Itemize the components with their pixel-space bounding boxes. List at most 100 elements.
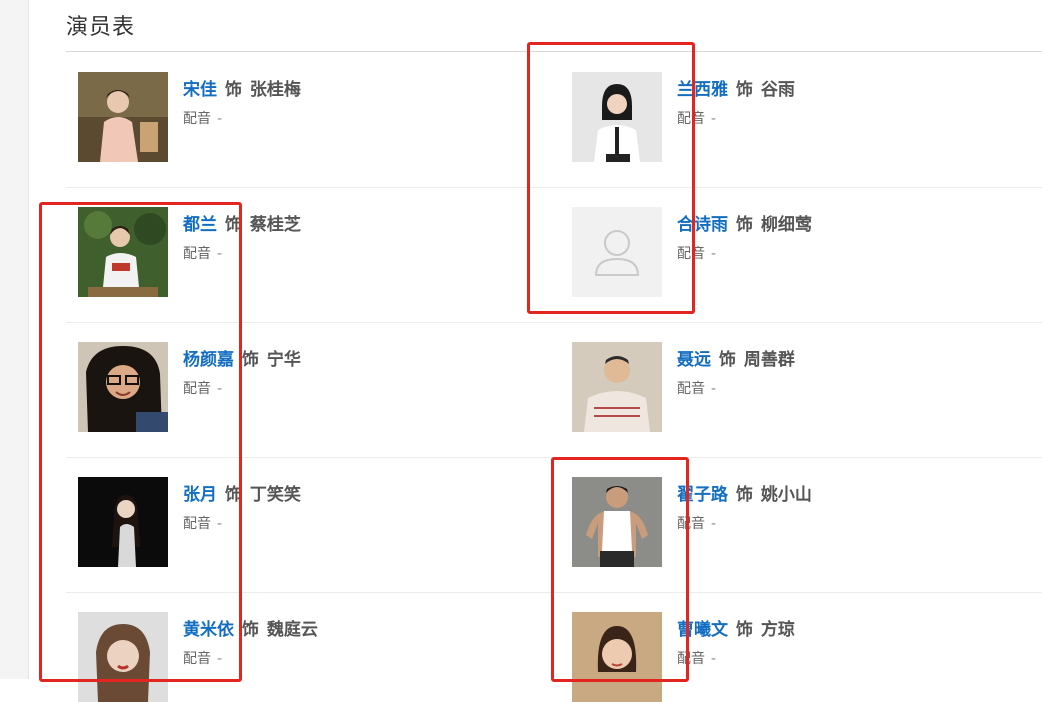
dub-value: - bbox=[711, 516, 717, 532]
actor-name-link[interactable]: 翟子路 bbox=[677, 485, 728, 505]
cast-name-line: 聂远 饰 周善群 bbox=[677, 345, 795, 370]
cast-name-line: 翟子路 饰 姚小山 bbox=[677, 480, 812, 505]
cast-card: 张月 饰 丁笑笑 配音 - bbox=[78, 477, 508, 567]
dub-value: - bbox=[711, 651, 717, 667]
role-connector: 饰 bbox=[241, 620, 259, 640]
role-connector: 饰 bbox=[735, 485, 753, 505]
title-divider bbox=[66, 51, 1042, 52]
cast-card: 都兰 饰 蔡桂芝 配音 - bbox=[78, 207, 508, 297]
actor-name-link[interactable]: 都兰 bbox=[183, 215, 217, 235]
actor-photo[interactable] bbox=[78, 207, 168, 297]
left-gutter bbox=[0, 0, 29, 679]
actor-name-link[interactable]: 张月 bbox=[183, 485, 217, 505]
actor-photo[interactable] bbox=[572, 342, 662, 432]
actor-photo[interactable] bbox=[572, 477, 662, 567]
cast-name-line: 都兰 饰 蔡桂芝 bbox=[183, 210, 301, 235]
actor-portrait bbox=[572, 477, 662, 567]
role-name: 周善群 bbox=[743, 350, 795, 370]
dub-value: - bbox=[217, 246, 223, 262]
actor-photo[interactable] bbox=[572, 72, 662, 162]
cast-card: 合诗雨 饰 柳细莺 配音 - bbox=[572, 207, 1002, 297]
dub-label: 配音 bbox=[183, 516, 211, 532]
dub-value: - bbox=[217, 381, 223, 397]
row-divider bbox=[66, 187, 1042, 188]
dub-label: 配音 bbox=[677, 246, 705, 262]
dub-value: - bbox=[711, 246, 717, 262]
row-divider bbox=[66, 457, 1042, 458]
cast-card: 翟子路 饰 姚小山 配音 - bbox=[572, 477, 1002, 567]
cast-card: 聂远 饰 周善群 配音 - bbox=[572, 342, 1002, 432]
role-connector: 饰 bbox=[224, 80, 242, 100]
role-name: 柳细莺 bbox=[760, 215, 812, 235]
row-divider bbox=[66, 322, 1042, 323]
role-connector: 饰 bbox=[735, 215, 753, 235]
dub-line: 配音 - bbox=[183, 378, 222, 398]
dub-label: 配音 bbox=[677, 381, 705, 397]
section-title: 演员表 bbox=[66, 15, 136, 40]
dub-label: 配音 bbox=[183, 246, 211, 262]
cast-name-line: 张月 饰 丁笑笑 bbox=[183, 480, 301, 505]
actor-photo[interactable] bbox=[78, 342, 168, 432]
dub-line: 配音 - bbox=[183, 513, 222, 533]
actor-photo[interactable] bbox=[78, 612, 168, 702]
dub-line: 配音 - bbox=[677, 648, 716, 668]
dub-line: 配音 - bbox=[677, 108, 716, 128]
actor-portrait bbox=[572, 72, 662, 162]
dub-value: - bbox=[217, 111, 223, 127]
role-connector: 饰 bbox=[241, 350, 259, 370]
role-name: 宁华 bbox=[266, 350, 301, 370]
actor-portrait bbox=[572, 612, 662, 702]
actor-name-link[interactable]: 黄米依 bbox=[183, 620, 234, 640]
dub-label: 配音 bbox=[183, 111, 211, 127]
cast-card: 杨颜嘉 饰 宁华 配音 - bbox=[78, 342, 508, 432]
cast-name-line: 合诗雨 饰 柳细莺 bbox=[677, 210, 812, 235]
actor-portrait bbox=[78, 612, 168, 702]
actor-name-link[interactable]: 宋佳 bbox=[183, 80, 217, 100]
dub-line: 配音 - bbox=[677, 513, 716, 533]
actor-name-link[interactable]: 杨颜嘉 bbox=[183, 350, 234, 370]
actor-name-link[interactable]: 合诗雨 bbox=[677, 215, 728, 235]
dub-label: 配音 bbox=[677, 516, 705, 532]
cast-name-line: 杨颜嘉 饰 宁华 bbox=[183, 345, 301, 370]
role-name: 方琼 bbox=[760, 620, 795, 640]
actor-name-link[interactable]: 聂远 bbox=[677, 350, 711, 370]
role-name: 丁笑笑 bbox=[249, 485, 301, 505]
actor-portrait bbox=[78, 342, 168, 432]
role-name: 姚小山 bbox=[760, 485, 812, 505]
dub-value: - bbox=[711, 381, 717, 397]
dub-label: 配音 bbox=[183, 381, 211, 397]
role-name: 张桂梅 bbox=[249, 80, 301, 100]
dub-line: 配音 - bbox=[183, 243, 222, 263]
dub-line: 配音 - bbox=[183, 108, 222, 128]
dub-line: 配音 - bbox=[677, 378, 716, 398]
role-connector: 饰 bbox=[224, 485, 242, 505]
dub-value: - bbox=[217, 651, 223, 667]
role-connector: 饰 bbox=[735, 80, 753, 100]
dub-line: 配音 - bbox=[677, 243, 716, 263]
actor-name-link[interactable]: 兰西雅 bbox=[677, 80, 728, 100]
dub-label: 配音 bbox=[677, 651, 705, 667]
role-name: 蔡桂芝 bbox=[249, 215, 301, 235]
actor-photo[interactable] bbox=[78, 477, 168, 567]
actor-portrait bbox=[78, 207, 168, 297]
dub-value: - bbox=[711, 111, 717, 127]
actor-name-link[interactable]: 曹曦文 bbox=[677, 620, 728, 640]
role-name: 谷雨 bbox=[760, 80, 795, 100]
dub-line: 配音 - bbox=[183, 648, 222, 668]
actor-photo[interactable] bbox=[78, 72, 168, 162]
actor-photo[interactable] bbox=[572, 612, 662, 702]
role-connector: 饰 bbox=[735, 620, 753, 640]
actor-photo-placeholder[interactable] bbox=[572, 207, 662, 297]
dub-value: - bbox=[217, 516, 223, 532]
cast-card: 黄米依 饰 魏庭云 配音 - bbox=[78, 612, 508, 702]
role-connector: 饰 bbox=[224, 215, 242, 235]
cast-card: 兰西雅 饰 谷雨 配音 - bbox=[572, 72, 1002, 162]
role-name: 魏庭云 bbox=[266, 620, 318, 640]
cast-name-line: 曹曦文 饰 方琼 bbox=[677, 615, 795, 640]
role-connector: 饰 bbox=[718, 350, 736, 370]
actor-portrait bbox=[572, 342, 662, 432]
actor-portrait bbox=[78, 72, 168, 162]
cast-name-line: 兰西雅 饰 谷雨 bbox=[677, 75, 795, 100]
cast-name-line: 黄米依 饰 魏庭云 bbox=[183, 615, 318, 640]
actor-portrait bbox=[78, 477, 168, 567]
